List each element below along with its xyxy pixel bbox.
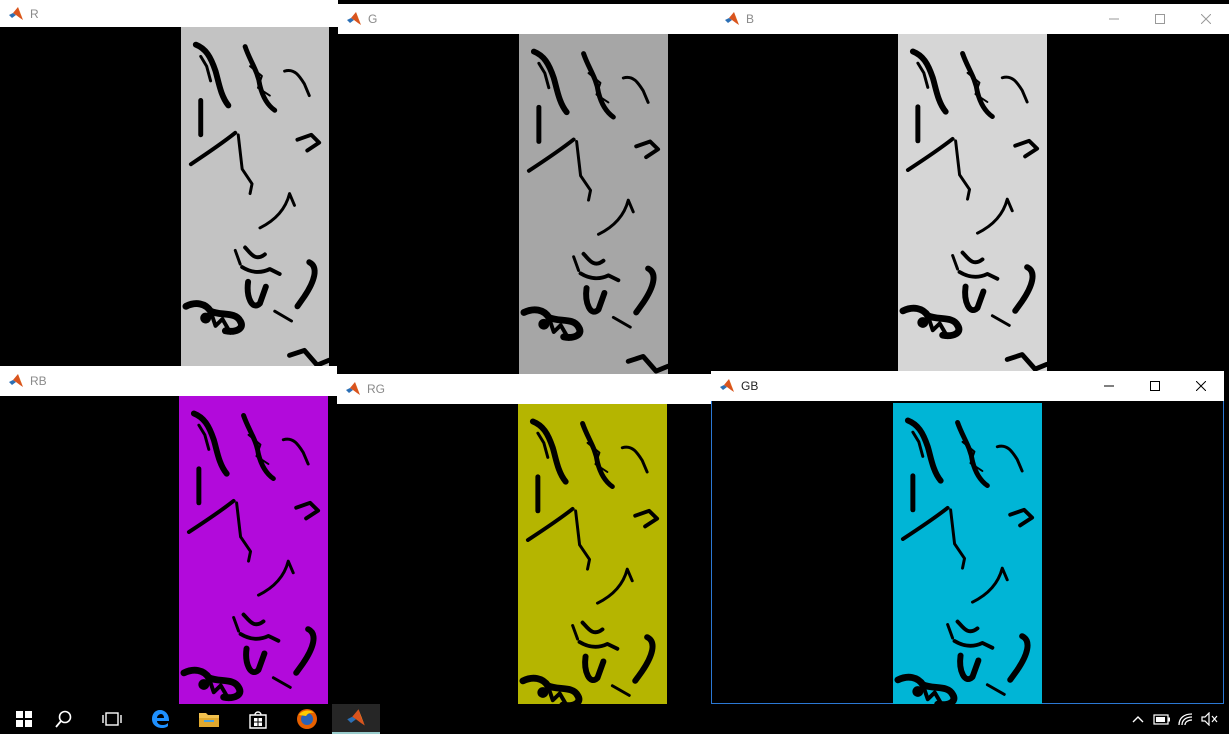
close-button[interactable]	[1178, 371, 1224, 401]
chevron-up-icon	[1132, 716, 1144, 723]
minimize-button[interactable]	[1091, 4, 1137, 34]
matlab-icon	[8, 6, 24, 22]
minimize-icon	[1104, 385, 1114, 387]
close-icon	[1196, 381, 1206, 391]
window-title: B	[746, 12, 755, 26]
matlab-icon	[345, 381, 361, 397]
figure-image	[519, 34, 668, 376]
matlab-icon	[346, 708, 366, 728]
window-title: RB	[30, 374, 47, 388]
show-hidden-icons-button[interactable]	[1126, 704, 1150, 734]
search-button[interactable]	[40, 704, 88, 734]
window-titlebar[interactable]: RG	[337, 374, 711, 404]
figure-window-RB[interactable]: RB	[0, 366, 337, 704]
speaker-muted-icon	[1201, 712, 1218, 726]
start-icon	[16, 711, 32, 727]
task-view-button[interactable]	[88, 704, 136, 734]
wifi-icon	[1178, 713, 1193, 726]
maximize-icon	[1155, 14, 1165, 24]
minimize-button[interactable]	[1086, 371, 1132, 401]
figure-image	[181, 27, 329, 370]
figure-image	[518, 404, 667, 704]
figure-window-B[interactable]: B	[716, 4, 1229, 374]
store-button[interactable]	[234, 704, 282, 734]
file-explorer-icon	[199, 713, 219, 727]
window-title: GB	[741, 379, 759, 393]
store-icon	[249, 711, 267, 729]
matlab-icon	[8, 373, 24, 389]
window-titlebar[interactable]: GB	[711, 371, 1224, 401]
close-icon	[1201, 14, 1211, 24]
maximize-button[interactable]	[1137, 4, 1183, 34]
figure-window-G[interactable]: G	[338, 4, 716, 376]
figure-image	[893, 403, 1042, 704]
matlab-icon	[346, 11, 362, 27]
window-titlebar[interactable]: B	[716, 4, 1229, 34]
window-titlebar[interactable]: RB	[0, 366, 337, 396]
figure-window-GB[interactable]: GB	[711, 371, 1224, 704]
matlab-icon	[719, 378, 735, 394]
file-explorer-button[interactable]	[185, 704, 233, 734]
maximize-icon	[1150, 381, 1160, 391]
network-button[interactable]	[1174, 704, 1198, 734]
edge-icon	[152, 710, 169, 728]
window-title: RG	[367, 382, 385, 396]
figure-window-RG[interactable]: RG	[337, 374, 711, 704]
window-title: R	[30, 6, 39, 21]
search-icon	[55, 710, 72, 728]
firefox-icon	[297, 709, 317, 729]
window-titlebar[interactable]: G	[338, 4, 716, 34]
window-title: G	[368, 12, 378, 26]
matlab-icon	[724, 11, 740, 27]
edge-button[interactable]	[137, 704, 185, 734]
window-titlebar[interactable]: R	[0, 0, 338, 27]
taskbar	[0, 704, 1229, 734]
minimize-icon	[1109, 18, 1119, 20]
figure-image	[179, 396, 328, 704]
maximize-button[interactable]	[1132, 371, 1178, 401]
task-view-icon	[102, 712, 122, 726]
firefox-button[interactable]	[283, 704, 331, 734]
figure-image	[898, 34, 1047, 374]
matlab-taskbar-button[interactable]	[332, 704, 380, 734]
battery-button[interactable]	[1150, 704, 1174, 734]
battery-icon	[1153, 714, 1170, 725]
volume-button[interactable]	[1198, 704, 1222, 734]
close-button[interactable]	[1183, 4, 1229, 34]
figure-window-R[interactable]: R	[0, 0, 338, 370]
